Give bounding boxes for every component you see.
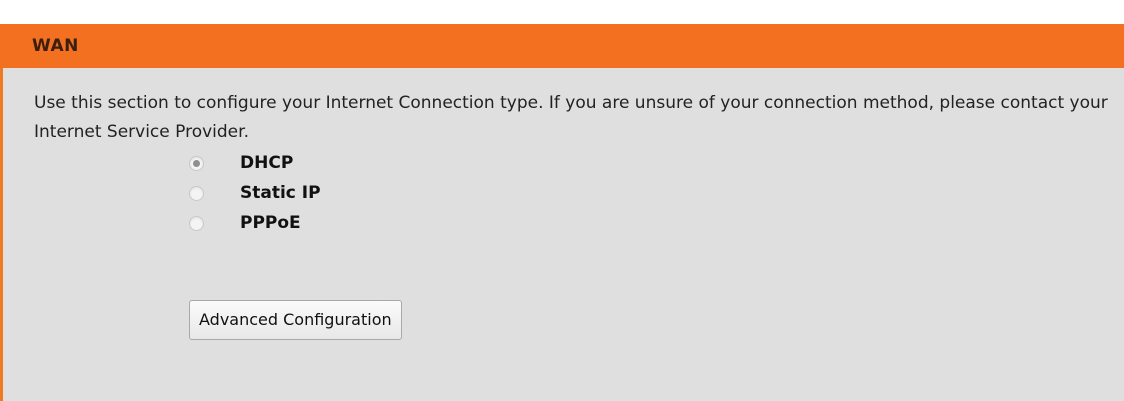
radio-static-ip[interactable] [189,185,204,201]
section-description: Use this section to configure your Inter… [34,93,1108,142]
wan-section-panel: WAN Use this section to configure your I… [0,24,1124,401]
advanced-configuration-button[interactable]: Advanced Configuration [189,300,402,340]
connection-option-label: DHCP [240,153,294,173]
connection-option-label: Static IP [240,183,321,203]
radio-pppoe[interactable] [189,215,204,231]
radio-dhcp[interactable] [189,155,204,171]
connection-option-dhcp[interactable]: DHCP [189,148,321,178]
connection-option-pppoe[interactable]: PPPoE [189,208,321,238]
connection-option-label: PPPoE [240,213,301,233]
connection-type-options: DHCP Static IP PPPoE [189,148,321,238]
connection-option-static-ip[interactable]: Static IP [189,178,321,208]
section-title: WAN [0,24,1124,68]
